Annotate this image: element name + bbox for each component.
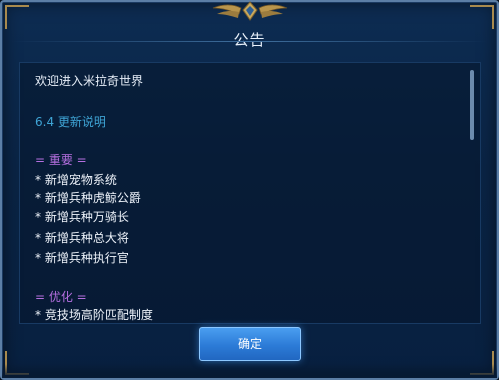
list-item: * 竞技场高阶匹配制度 <box>35 308 153 322</box>
dialog-title: 公告 <box>233 31 266 49</box>
list-item: * 新增宠物系统 <box>35 173 117 187</box>
bottom-fade <box>2 364 497 378</box>
list-item: * 新增兵种万骑长 <box>35 210 129 224</box>
content-scrollbar[interactable] <box>470 70 474 140</box>
list-item: * 新增兵种虎鲸公爵 <box>35 191 141 205</box>
list-item: * 新增兵种执行官 <box>35 251 129 265</box>
confirm-button[interactable]: 确定 <box>199 327 301 361</box>
section-heading-important: = 重要 = <box>35 153 87 167</box>
welcome-text: 欢迎进入米拉奇世界 <box>35 74 144 88</box>
dialog-header: 公告 <box>2 20 497 60</box>
section-heading-optimization: = 优化 = <box>35 290 87 304</box>
version-heading: 6.4 更新说明 <box>35 115 106 129</box>
list-item: * 新增兵种总大将 <box>35 231 129 245</box>
header-divider <box>12 41 487 42</box>
winged-crest-emblem-icon <box>212 1 288 21</box>
